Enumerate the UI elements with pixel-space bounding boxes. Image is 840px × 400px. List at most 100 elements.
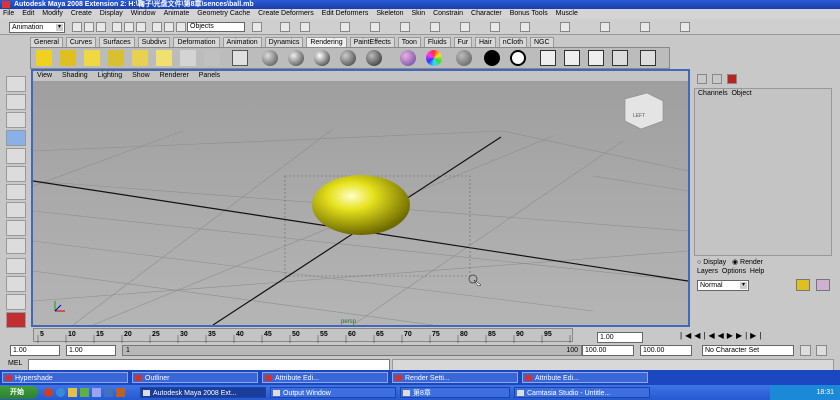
show-manipulator-tool-icon[interactable] bbox=[6, 220, 26, 236]
panel-menu-lighting[interactable]: Lighting bbox=[94, 71, 127, 81]
radio-display-icon[interactable]: ○ bbox=[697, 259, 701, 266]
tab-toon[interactable]: Toon bbox=[397, 37, 421, 47]
menu-create[interactable]: Create bbox=[68, 9, 95, 19]
snap-point-icon[interactable] bbox=[176, 22, 186, 32]
layer-menu-help[interactable]: Help bbox=[750, 268, 764, 275]
show-manip-icon[interactable] bbox=[430, 22, 440, 32]
channel-box-menu-channels[interactable]: Channels bbox=[698, 90, 728, 97]
play-back-icon[interactable]: ◀ bbox=[718, 331, 727, 340]
help-icon[interactable] bbox=[460, 22, 470, 32]
minimized-window-hypershade[interactable]: Hypershade bbox=[2, 372, 128, 383]
history-icon[interactable] bbox=[252, 22, 262, 32]
tab-general[interactable]: General bbox=[30, 37, 63, 47]
task-camtasia[interactable]: Camtasia Studio - Untitle... bbox=[514, 387, 650, 398]
quicklaunch-mail-icon[interactable] bbox=[104, 388, 113, 397]
menu-animate[interactable]: Animate bbox=[161, 9, 193, 19]
manipulator-tool-icon[interactable] bbox=[6, 184, 26, 200]
start-button[interactable]: 开始 bbox=[0, 386, 38, 399]
play-forward-icon[interactable]: ▶ bbox=[727, 331, 736, 340]
tab-curves[interactable]: Curves bbox=[65, 37, 97, 47]
menu-skeleton[interactable]: Skeleton bbox=[373, 9, 406, 19]
animation-end-field[interactable]: 100.00 bbox=[640, 345, 692, 356]
menu-window[interactable]: Window bbox=[128, 9, 159, 19]
quicklaunch-app-icon[interactable] bbox=[44, 388, 53, 397]
last-tool-icon[interactable] bbox=[6, 238, 26, 254]
tab-painteffects[interactable]: PaintEffects bbox=[349, 37, 395, 47]
snap-grid-icon[interactable] bbox=[152, 22, 162, 32]
rotate-tool-icon[interactable] bbox=[6, 148, 26, 164]
render-region-icon[interactable] bbox=[232, 50, 248, 66]
yellow-sphere[interactable] bbox=[312, 175, 410, 235]
area-light-icon[interactable] bbox=[132, 50, 148, 66]
menu-edit-deformers[interactable]: Edit Deformers bbox=[319, 9, 372, 19]
tab-dynamics[interactable]: Dynamics bbox=[264, 37, 304, 47]
render-settings-icon[interactable] bbox=[370, 22, 380, 32]
tab-deformation[interactable]: Deformation bbox=[173, 37, 220, 47]
layer-menu-layers[interactable]: Layers bbox=[697, 268, 718, 275]
tab-fluids[interactable]: Fluids bbox=[423, 37, 451, 47]
quicklaunch-ie-icon[interactable] bbox=[56, 388, 65, 397]
move-tool-icon[interactable] bbox=[6, 130, 26, 146]
spot-light-icon[interactable] bbox=[108, 50, 124, 66]
time-slider[interactable]: 5 10 15 20 25 30 35 40 45 50 55 60 65 70… bbox=[33, 328, 573, 343]
quicklaunch-desktop-icon[interactable] bbox=[92, 388, 101, 397]
select-hierarchy-icon[interactable] bbox=[112, 22, 122, 32]
new-scene-icon[interactable] bbox=[72, 22, 82, 32]
menu-bonus-tools[interactable]: Bonus Tools bbox=[507, 9, 551, 19]
new-layer-selected-icon[interactable] bbox=[816, 279, 830, 291]
soft-mod-tool-icon[interactable] bbox=[6, 202, 26, 218]
quicklaunch-media-icon[interactable] bbox=[80, 388, 89, 397]
use-background-icon[interactable] bbox=[510, 50, 526, 66]
tab-ngc[interactable]: NGC bbox=[529, 37, 554, 47]
ambient-light-icon[interactable] bbox=[36, 50, 52, 66]
panel-menu-panels[interactable]: Panels bbox=[195, 71, 224, 81]
task-folder[interactable]: 第8章 bbox=[400, 387, 510, 398]
phong-sphere-icon[interactable] bbox=[314, 50, 330, 66]
tool-settings-toggle-icon[interactable] bbox=[727, 74, 737, 84]
two-pane-layout-icon[interactable] bbox=[6, 294, 26, 310]
blinn-sphere-icon[interactable] bbox=[288, 50, 304, 66]
outliner-layout-icon[interactable] bbox=[6, 312, 26, 328]
minimized-window-render-settings[interactable]: Render Setti... bbox=[392, 372, 518, 383]
menu-constrain[interactable]: Constrain bbox=[430, 9, 466, 19]
menu-modify[interactable]: Modify bbox=[39, 9, 66, 19]
tab-rendering[interactable]: Rendering bbox=[306, 37, 347, 47]
quicklaunch-folder-icon[interactable] bbox=[68, 388, 77, 397]
render-view-icon[interactable] bbox=[560, 22, 570, 32]
view-cube[interactable]: LEFT bbox=[624, 92, 664, 130]
panel-menu-renderer[interactable]: Renderer bbox=[156, 71, 193, 81]
snap-curve-icon[interactable] bbox=[164, 22, 174, 32]
lock-icon[interactable] bbox=[520, 22, 530, 32]
layer-type-dropdown[interactable]: Normal ▾ bbox=[697, 280, 749, 291]
open-scene-icon[interactable] bbox=[84, 22, 94, 32]
go-to-start-icon[interactable]: |◀ bbox=[680, 331, 694, 340]
light-linking-icon[interactable] bbox=[640, 50, 656, 66]
minimized-window-attribute-editor[interactable]: Attribute Edi... bbox=[262, 372, 388, 383]
tab-subdivs[interactable]: Subdivs bbox=[137, 37, 171, 47]
task-maya[interactable]: Autodesk Maya 2008 Ext... bbox=[140, 387, 266, 398]
playback-end-field[interactable]: 100.00 bbox=[582, 345, 634, 356]
menu-file[interactable]: File bbox=[0, 9, 17, 19]
lasso-tool-icon[interactable] bbox=[6, 94, 26, 110]
volume-light-icon[interactable] bbox=[156, 50, 172, 66]
character-set-dropdown[interactable]: No Character Set bbox=[702, 345, 794, 356]
task-output-window[interactable]: Output Window bbox=[270, 387, 396, 398]
menu-skin[interactable]: Skin bbox=[409, 9, 429, 19]
single-pane-layout-icon[interactable] bbox=[6, 258, 26, 274]
menu-create-deformers[interactable]: Create Deformers bbox=[255, 9, 317, 19]
ipr-icon[interactable] bbox=[564, 50, 580, 66]
input-ops-icon[interactable] bbox=[280, 22, 290, 32]
perspective-viewport[interactable]: LEFT persp bbox=[33, 81, 688, 325]
menu-edit[interactable]: Edit bbox=[19, 9, 37, 19]
scale-tool-icon[interactable] bbox=[6, 166, 26, 182]
camera-aim-icon[interactable] bbox=[204, 50, 220, 66]
point-light-icon[interactable] bbox=[84, 50, 100, 66]
anisotropic-sphere-icon[interactable] bbox=[366, 50, 382, 66]
tab-surfaces[interactable]: Surfaces bbox=[99, 37, 135, 47]
tab-animation[interactable]: Animation bbox=[222, 37, 262, 47]
animation-start-field[interactable]: 1.00 bbox=[10, 345, 60, 356]
tab-hair[interactable]: Hair bbox=[475, 37, 496, 47]
paint-select-tool-icon[interactable] bbox=[6, 112, 26, 128]
select-component-icon[interactable] bbox=[136, 22, 146, 32]
four-pane-layout-icon[interactable] bbox=[6, 276, 26, 292]
